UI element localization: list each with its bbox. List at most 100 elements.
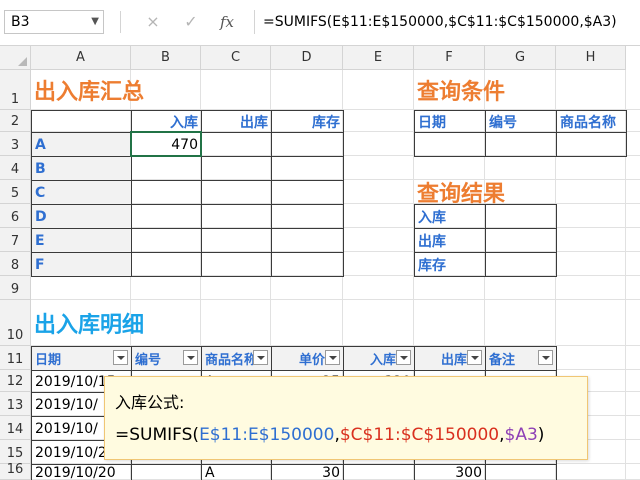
column-header-c[interactable]: C [201, 46, 271, 70]
summary-value-cell[interactable] [201, 204, 272, 229]
separator [120, 11, 121, 33]
filter-dropdown-icon[interactable] [467, 350, 482, 365]
detail-header-cell[interactable]: 出库 [414, 346, 486, 371]
summary-value-cell[interactable] [201, 132, 272, 157]
result-label-cell[interactable]: 库存 [414, 252, 486, 277]
summary-value-cell[interactable] [131, 204, 202, 229]
summary-value-cell[interactable] [271, 156, 344, 181]
filter-dropdown-icon[interactable] [253, 350, 268, 365]
summary-value-cell[interactable] [131, 252, 202, 277]
row-header-10[interactable]: 10 [0, 300, 31, 346]
selected-cell-b3[interactable]: 470 [131, 132, 202, 157]
summary-item-cell[interactable]: B [31, 156, 132, 181]
row-header-14[interactable]: 14 [0, 416, 31, 440]
query-input-cell[interactable] [485, 132, 557, 157]
formula-tooltip: 入库公式: =SUMIFS(E$11:E$150000,$C$11:$C$150… [104, 376, 588, 460]
row-header-16[interactable]: 16 [0, 462, 31, 480]
detail-note-cell[interactable] [485, 464, 557, 480]
summary-corner-cell[interactable] [31, 110, 132, 133]
result-value-cell[interactable] [485, 228, 557, 253]
query-input-cell[interactable] [414, 132, 486, 157]
row-header-11[interactable]: 11 [0, 346, 31, 370]
row-header-6[interactable]: 6 [0, 204, 31, 228]
enter-icon[interactable]: ✓ [178, 10, 204, 34]
chevron-down-icon[interactable]: ▼ [91, 11, 99, 33]
detail-header-cell[interactable]: 备注 [485, 346, 557, 371]
row-header-15[interactable]: 15 [0, 440, 31, 464]
summary-value-cell[interactable] [201, 252, 272, 277]
summary-item-cell[interactable]: C [31, 180, 132, 205]
summary-item-cell[interactable]: A [31, 132, 132, 157]
row-header-4[interactable]: 4 [0, 156, 31, 180]
column-header-a[interactable]: A [31, 46, 131, 70]
summary-value-cell[interactable] [271, 180, 344, 205]
filter-dropdown-icon[interactable] [538, 350, 553, 365]
detail-date-cell[interactable]: 2019/10/20 [31, 464, 132, 480]
result-value-cell[interactable] [485, 252, 557, 277]
column-header-f[interactable]: F [414, 46, 485, 70]
filter-dropdown-icon[interactable] [113, 350, 128, 365]
column-header-b[interactable]: B [131, 46, 201, 70]
summary-value-cell[interactable] [201, 156, 272, 181]
summary-value-cell[interactable] [271, 228, 344, 253]
summary-value-cell[interactable] [271, 252, 344, 277]
summary-header-cell[interactable]: 出库 [201, 110, 272, 133]
filter-dropdown-icon[interactable] [325, 350, 340, 365]
row-header-5[interactable]: 5 [0, 180, 31, 204]
query-input-cell[interactable] [556, 132, 627, 157]
summary-value-cell[interactable] [271, 132, 344, 157]
row-header-12[interactable]: 12 [0, 370, 31, 392]
query-header-cell[interactable]: 编号 [485, 110, 557, 133]
column-header-h[interactable]: H [556, 46, 626, 70]
select-all-corner[interactable] [0, 46, 31, 70]
query-title[interactable]: 查询条件 [414, 70, 626, 110]
row-header-2[interactable]: 2 [0, 110, 31, 132]
summary-item-cell[interactable]: E [31, 228, 132, 253]
summary-item-cell[interactable]: D [31, 204, 132, 229]
result-label-cell[interactable]: 出库 [414, 228, 486, 253]
result-value-cell[interactable] [485, 204, 557, 229]
cancel-icon[interactable]: × [140, 10, 166, 34]
summary-value-cell[interactable] [131, 180, 202, 205]
detail-title[interactable]: 出入库明细 [31, 300, 271, 346]
formula-input[interactable]: =SUMIFS(E$11:E$150000,$C$11:$C$150000,$A… [254, 10, 638, 34]
filter-dropdown-icon[interactable] [183, 350, 198, 365]
filter-dropdown-icon[interactable] [396, 350, 411, 365]
row-header-13[interactable]: 13 [0, 392, 31, 416]
result-title[interactable]: 查询结果 [414, 180, 626, 204]
summary-header-cell[interactable]: 入库 [131, 110, 202, 133]
row-header-8[interactable]: 8 [0, 252, 31, 276]
name-box[interactable]: B3 ▼ [4, 10, 104, 34]
summary-title[interactable]: 出入库汇总 [31, 70, 271, 110]
formula-range-1: E$11:E$150000 [199, 425, 335, 445]
detail-header-cell[interactable]: 编号 [131, 346, 202, 371]
summary-value-cell[interactable] [271, 204, 344, 229]
row-header-1[interactable]: 1 [0, 70, 31, 110]
detail-item-cell[interactable]: A [201, 464, 272, 480]
summary-value-cell[interactable] [131, 228, 202, 253]
summary-header-cell[interactable]: 库存 [271, 110, 344, 133]
summary-item-cell[interactable]: F [31, 252, 132, 277]
detail-price-cell[interactable]: 30 [271, 464, 344, 480]
query-header-cell[interactable]: 日期 [414, 110, 486, 133]
insert-function-icon[interactable]: fx [214, 10, 240, 34]
row-header-7[interactable]: 7 [0, 228, 31, 252]
column-header-e[interactable]: E [343, 46, 414, 70]
row-header-3[interactable]: 3 [0, 132, 31, 156]
row-header-9[interactable]: 9 [0, 276, 31, 300]
detail-header-cell[interactable]: 日期 [31, 346, 132, 371]
detail-out-cell[interactable]: 300 [414, 464, 486, 480]
detail-header-cell[interactable]: 单价 [271, 346, 344, 371]
detail-header-cell[interactable]: 入库 [343, 346, 415, 371]
result-label-cell[interactable]: 入库 [414, 204, 486, 229]
detail-in-cell[interactable] [343, 464, 415, 480]
summary-value-cell[interactable] [201, 180, 272, 205]
summary-value-cell[interactable] [201, 228, 272, 253]
detail-code-cell[interactable] [131, 464, 202, 480]
formula-suffix: ) [537, 425, 545, 445]
summary-value-cell[interactable] [131, 156, 202, 181]
column-header-g[interactable]: G [485, 46, 556, 70]
query-header-cell[interactable]: 商品名称 [556, 110, 627, 133]
detail-header-cell[interactable]: 商品名称 [201, 346, 272, 371]
column-header-d[interactable]: D [271, 46, 343, 70]
